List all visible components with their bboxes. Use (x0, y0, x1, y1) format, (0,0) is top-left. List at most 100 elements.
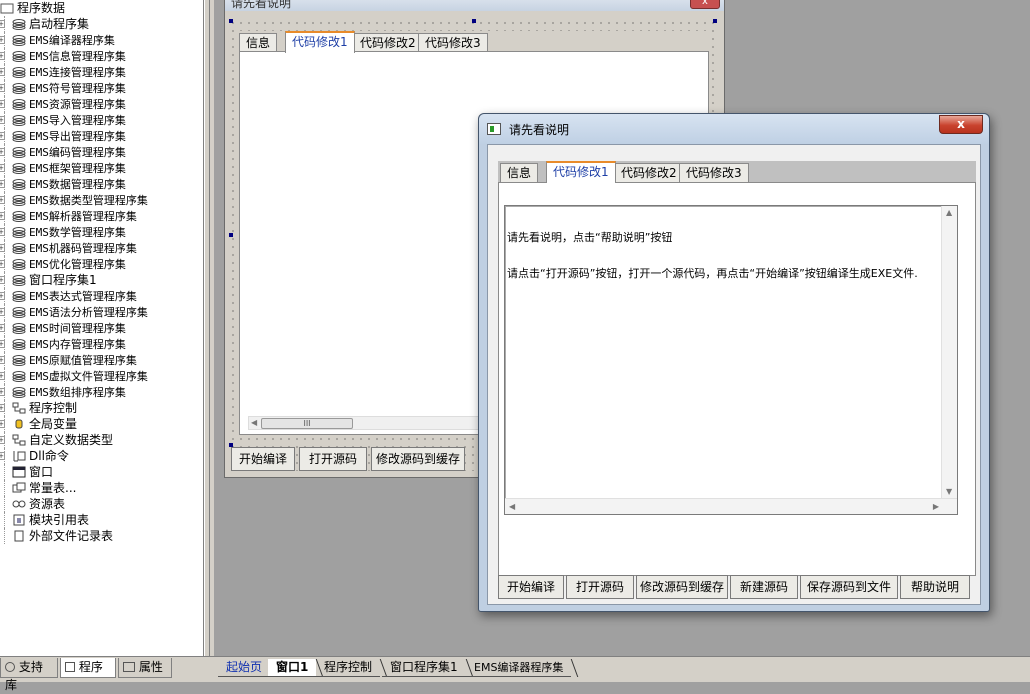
expand-icon[interactable]: + (0, 36, 5, 44)
tree-item[interactable]: + EMS内存管理程序集 (0, 336, 203, 352)
tree-item[interactable]: 常量表... (0, 480, 203, 496)
expand-icon[interactable]: + (0, 180, 5, 188)
dialog-tab-code1[interactable]: 代码修改1 (546, 161, 616, 183)
design-tab-code1[interactable]: 代码修改1 (285, 31, 355, 53)
expand-icon[interactable]: + (0, 420, 5, 428)
design-compile-button[interactable]: 开始编译 (231, 447, 295, 471)
tree-item[interactable]: + EMS导出管理程序集 (0, 128, 203, 144)
expand-icon[interactable]: + (0, 84, 5, 92)
design-tab-info[interactable]: 信息 (239, 33, 278, 52)
expand-icon[interactable]: + (0, 164, 5, 172)
compile-button[interactable]: 开始编译 (498, 575, 564, 599)
tree-item[interactable]: + EMS框架管理程序集 (0, 160, 203, 176)
dialog-tab-control[interactable]: 信息 代码修改1 代码修改2 代码修改3 请先看说明，点击“帮助说明”按钮 请点… (498, 161, 976, 576)
design-tab-code2[interactable]: 代码修改2 (353, 33, 423, 52)
scroll-thumb[interactable]: III (261, 418, 353, 429)
expand-icon[interactable]: + (0, 116, 5, 124)
expand-icon[interactable]: + (0, 308, 5, 316)
design-horizontal-scrollbar[interactable]: ◀ III (248, 416, 488, 430)
dialog-tab-code3[interactable]: 代码修改3 (679, 163, 749, 182)
design-save-cache-button[interactable]: 修改源码到缓存 (371, 447, 465, 471)
scroll-right-icon[interactable]: ▶ (933, 502, 939, 511)
tree-item[interactable]: + 全局变量 (0, 416, 203, 432)
expand-icon[interactable]: + (0, 436, 5, 444)
tree-item[interactable]: + 启动程序集 (0, 16, 203, 32)
dialog-tab-info[interactable]: 信息 (500, 163, 539, 182)
doc-tab-window1[interactable]: 窗口1 (268, 659, 317, 677)
expand-icon[interactable]: + (0, 404, 5, 412)
tree-item[interactable]: + 程序控制 (0, 400, 203, 416)
expand-icon[interactable]: + (0, 68, 5, 76)
tree-item[interactable]: + EMS编译器程序集 (0, 32, 203, 48)
dialog-close-button[interactable]: x (939, 115, 983, 134)
tab-support-library[interactable]: 支持库 (0, 658, 58, 692)
expand-icon[interactable]: + (0, 148, 5, 156)
expand-icon[interactable]: + (0, 372, 5, 380)
tree-item[interactable]: + Dll命令 (0, 448, 203, 464)
expand-icon[interactable]: + (0, 260, 5, 268)
vertical-scrollbar[interactable]: ▲ ▼ (941, 206, 957, 498)
selection-handle[interactable] (229, 233, 233, 237)
tree-item[interactable]: + EMS表达式管理程序集 (0, 288, 203, 304)
tree-item[interactable]: + EMS连接管理程序集 (0, 64, 203, 80)
tree-item[interactable]: + EMS数据管理程序集 (0, 176, 203, 192)
scroll-up-icon[interactable]: ▲ (946, 208, 952, 217)
tree-item[interactable]: + EMS导入管理程序集 (0, 112, 203, 128)
tree-item[interactable]: + EMS语法分析管理程序集 (0, 304, 203, 320)
tab-program[interactable]: 程序 (60, 658, 116, 678)
selection-handle[interactable] (229, 19, 233, 23)
tree-item[interactable]: + EMS资源管理程序集 (0, 96, 203, 112)
tree-item[interactable]: 外部文件记录表 (0, 528, 203, 544)
tree-item[interactable]: 窗口 (0, 464, 203, 480)
doc-tab-program-control[interactable]: 程序控制 (316, 659, 381, 677)
scroll-down-icon[interactable]: ▼ (946, 487, 952, 496)
help-button[interactable]: 帮助说明 (900, 575, 970, 599)
tree-item[interactable]: + EMS编码管理程序集 (0, 144, 203, 160)
scroll-left-icon[interactable]: ◀ (509, 502, 515, 511)
expand-icon[interactable]: + (0, 340, 5, 348)
selection-handle[interactable] (472, 19, 476, 23)
tree-item[interactable]: + 自定义数据类型 (0, 432, 203, 448)
expand-icon[interactable]: + (0, 196, 5, 204)
new-source-button[interactable]: 新建源码 (730, 575, 798, 599)
dialog-tab-code2[interactable]: 代码修改2 (614, 163, 684, 182)
doc-tab-start-page[interactable]: 起始页 (218, 659, 271, 677)
doc-tab-window-assembly1[interactable]: 窗口程序集1 (382, 659, 466, 677)
tree-item[interactable]: + EMS时间管理程序集 (0, 320, 203, 336)
expand-icon[interactable]: + (0, 276, 5, 284)
horizontal-scrollbar[interactable]: ◀ ▶ (505, 498, 957, 514)
tab-property[interactable]: 属性 (118, 658, 172, 678)
tree-item[interactable]: + EMS数组排序程序集 (0, 384, 203, 400)
tree-item[interactable]: + EMS原赋值管理程序集 (0, 352, 203, 368)
source-info-textarea[interactable]: 请先看说明，点击“帮助说明”按钮 请点击“打开源码”按钮，打开一个源代码，再点击… (504, 205, 958, 515)
design-open-source-button[interactable]: 打开源码 (299, 447, 367, 471)
tree-item[interactable]: + EMS符号管理程序集 (0, 80, 203, 96)
selection-handle[interactable] (713, 19, 717, 23)
expand-icon[interactable]: + (0, 132, 5, 140)
expand-icon[interactable]: + (0, 212, 5, 220)
tree-item[interactable]: 模块引用表 (0, 512, 203, 528)
expand-icon[interactable]: + (0, 52, 5, 60)
tree-item[interactable]: + EMS数据类型管理程序集 (0, 192, 203, 208)
tree-item[interactable]: + EMS虚拟文件管理程序集 (0, 368, 203, 384)
tree-item[interactable]: + EMS信息管理程序集 (0, 48, 203, 64)
tree-item[interactable]: + EMS优化管理程序集 (0, 256, 203, 272)
tree-item[interactable]: 资源表 (0, 496, 203, 512)
expand-icon[interactable]: + (0, 452, 5, 460)
expand-icon[interactable]: + (0, 324, 5, 332)
expand-icon[interactable]: + (0, 292, 5, 300)
expand-icon[interactable]: + (0, 20, 5, 28)
tree-item[interactable]: + EMS解析器管理程序集 (0, 208, 203, 224)
design-tab-code3[interactable]: 代码修改3 (418, 33, 488, 52)
expand-icon[interactable]: + (0, 100, 5, 108)
save-source-to-file-button[interactable]: 保存源码到文件 (800, 575, 898, 599)
expand-icon[interactable]: + (0, 244, 5, 252)
tree-item[interactable]: + EMS数学管理程序集 (0, 224, 203, 240)
expand-icon[interactable]: + (0, 388, 5, 396)
tree-item[interactable]: 程序数据 (0, 0, 203, 16)
tree-item[interactable]: + EMS机器码管理程序集 (0, 240, 203, 256)
expand-icon[interactable]: + (0, 228, 5, 236)
doc-tab-ems-compiler[interactable]: EMS编译器程序集 (466, 659, 572, 677)
open-source-button[interactable]: 打开源码 (566, 575, 634, 599)
tree-item[interactable]: + 窗口程序集1 (0, 272, 203, 288)
